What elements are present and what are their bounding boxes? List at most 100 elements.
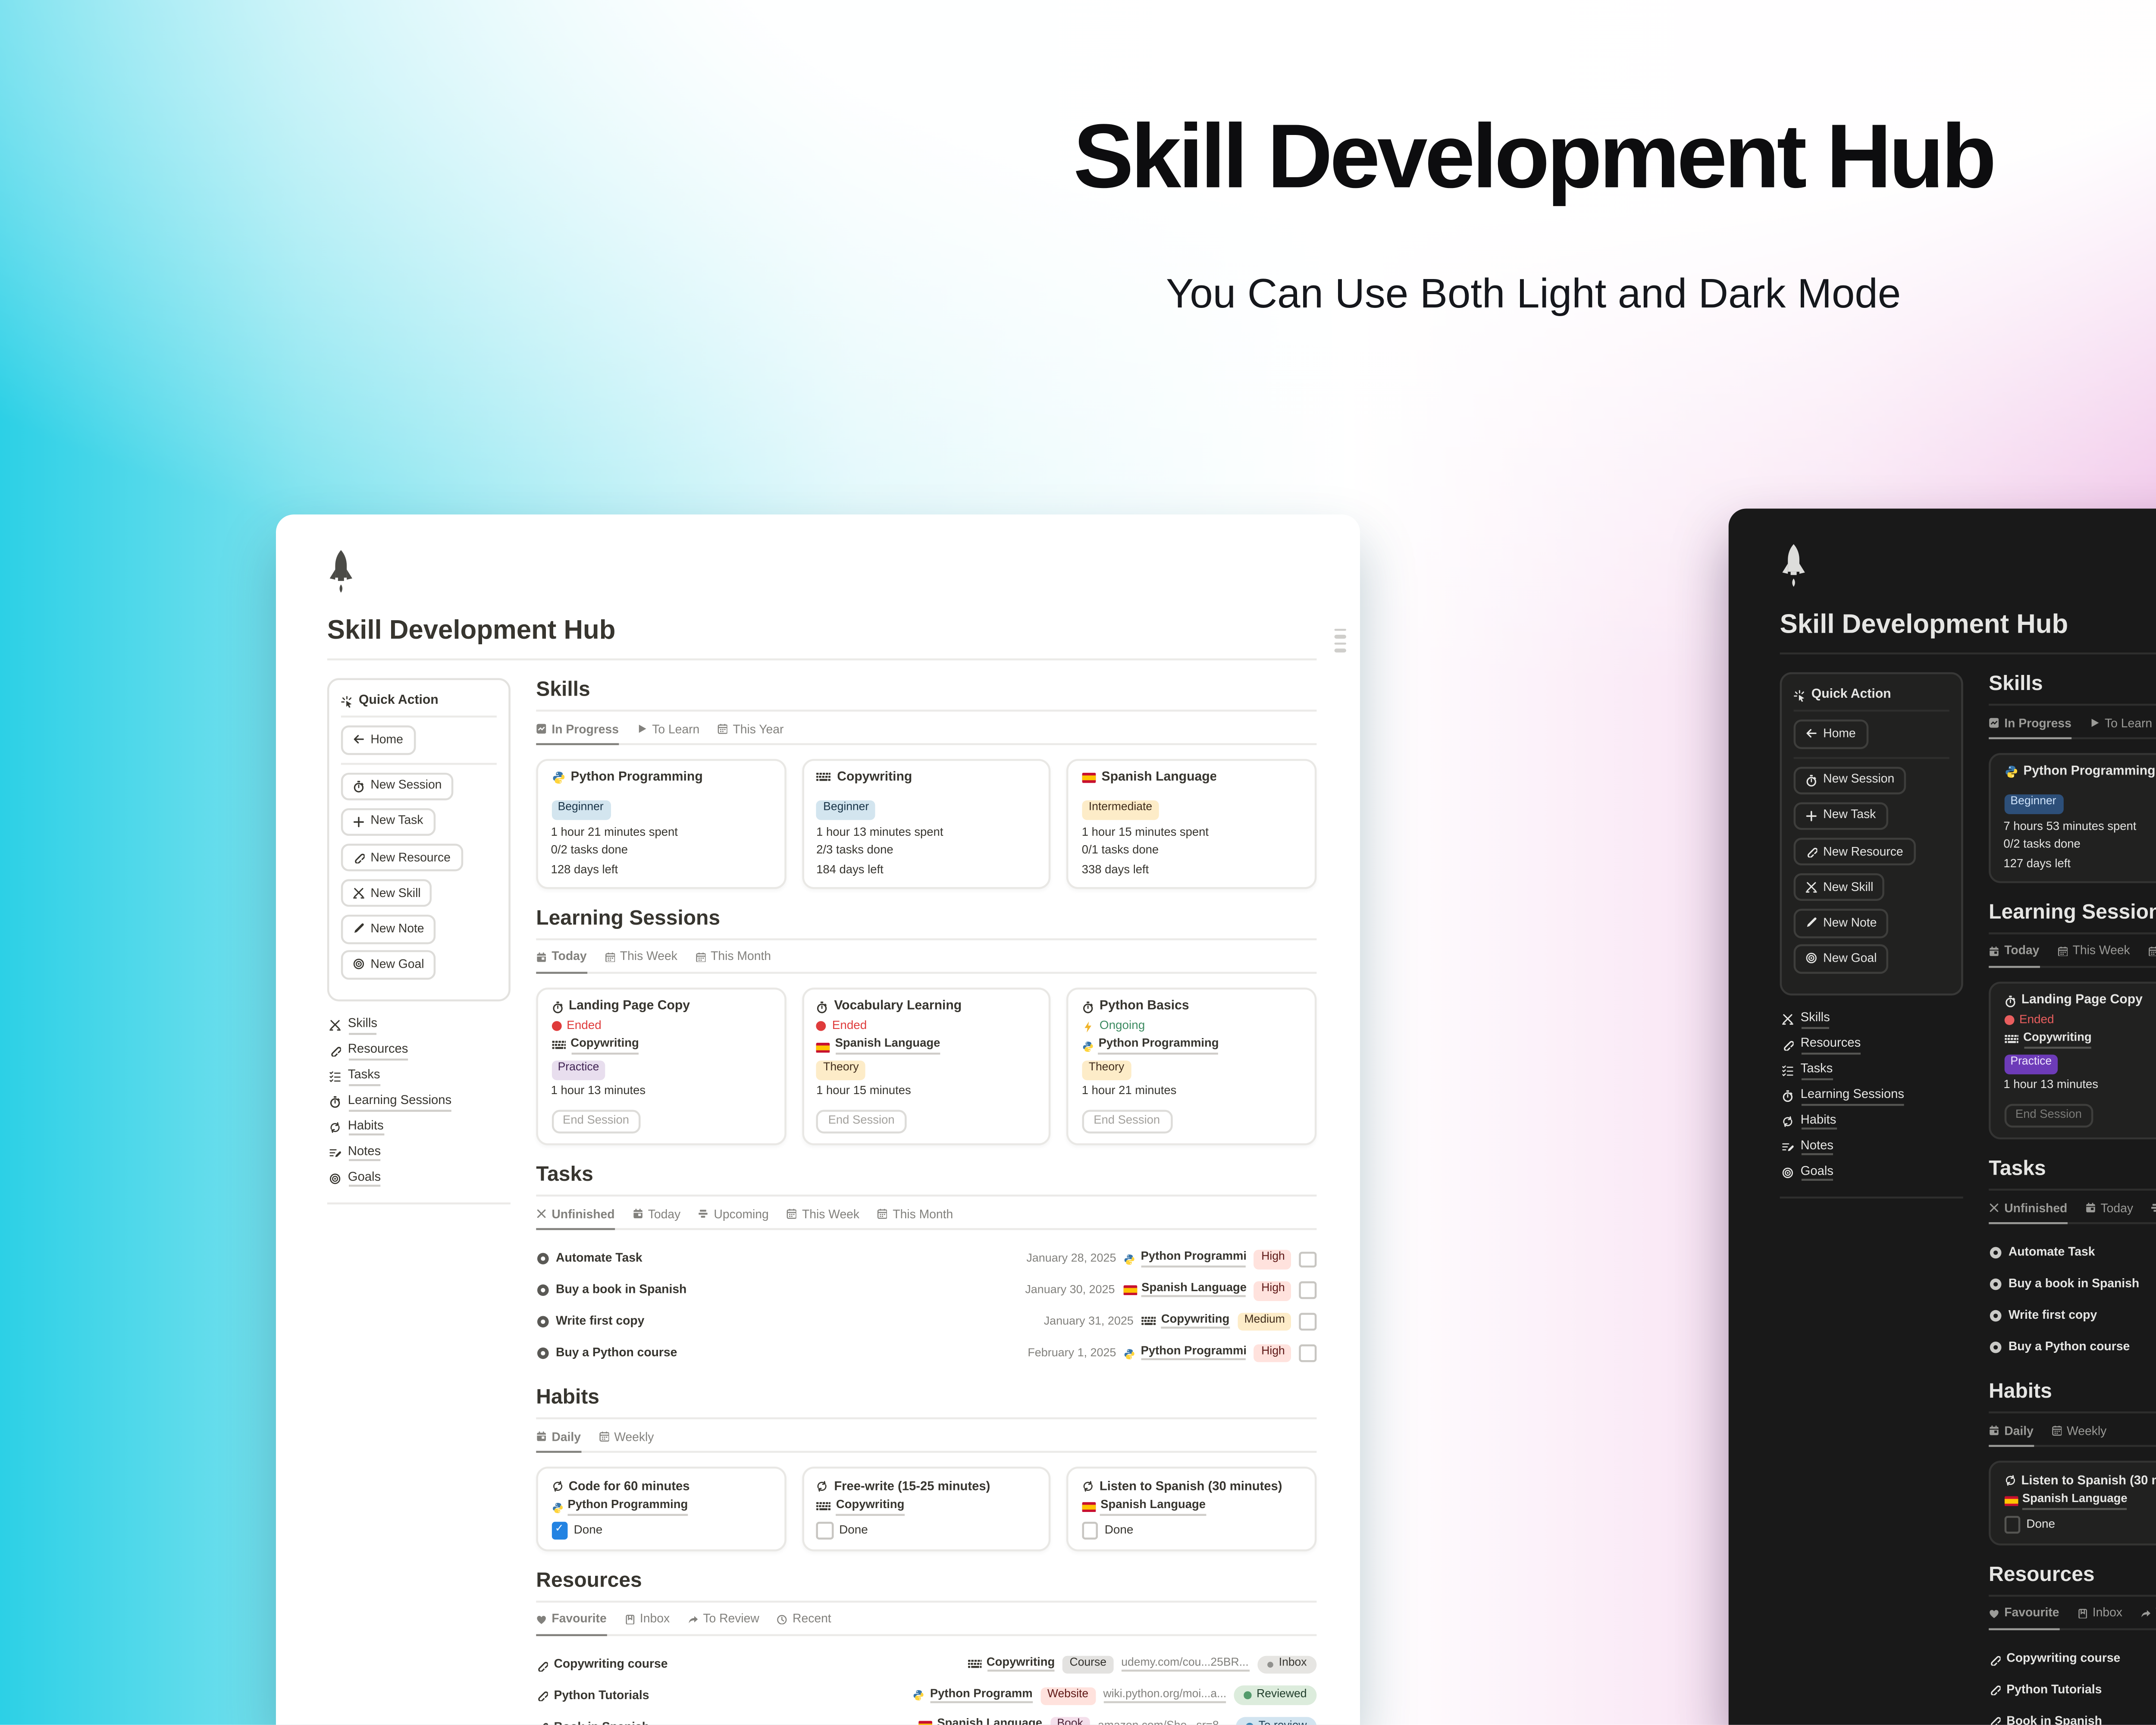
sidebar-item-resources[interactable]: Resources — [329, 1043, 511, 1060]
sidebar-item-notes[interactable]: Notes — [1782, 1139, 1963, 1156]
home-button[interactable]: Home — [1794, 719, 1868, 748]
new-resource-button[interactable]: New Resource — [341, 843, 463, 872]
sidebar-item-tasks[interactable]: Tasks — [1782, 1063, 1963, 1079]
new-goal-button[interactable]: New Goal — [341, 950, 436, 979]
sidebar-item-skills[interactable]: Skills — [1782, 1012, 1963, 1028]
sidebar-item-habits[interactable]: Habits — [329, 1120, 511, 1136]
skill-link[interactable]: Spanish Language — [816, 1040, 940, 1054]
tab-today[interactable]: Today — [536, 945, 586, 973]
skill-link[interactable]: Python Programming — [551, 1500, 688, 1515]
skill-link[interactable]: Copywriting — [551, 1040, 639, 1054]
resource-name[interactable]: Book in Spanish — [536, 1720, 649, 1725]
tab-recent[interactable]: Recent — [777, 1608, 831, 1634]
tab-weekly[interactable]: Weekly — [2051, 1419, 2106, 1445]
task-checkbox[interactable] — [1300, 1251, 1316, 1268]
tab-this-month[interactable]: This Month — [695, 945, 771, 971]
chart-icon — [1989, 718, 1999, 729]
tab-inbox[interactable]: Inbox — [624, 1608, 670, 1634]
sidebar-item-learning-sessions[interactable]: Learning Sessions — [1782, 1088, 1963, 1105]
habit-checkbox[interactable] — [816, 1522, 833, 1539]
sidebar-item-habits[interactable]: Habits — [1782, 1114, 1963, 1130]
habit-checkbox[interactable] — [2003, 1516, 2020, 1533]
tab-upcoming[interactable]: Upcoming — [2151, 1196, 2156, 1222]
new-note-button[interactable]: New Note — [1794, 909, 1889, 938]
tab-weekly[interactable]: Weekly — [599, 1425, 654, 1451]
skill-level-badge: Beginner — [816, 801, 876, 820]
tab-today[interactable]: Today — [1989, 939, 2039, 967]
task-checkbox[interactable] — [1300, 1282, 1316, 1299]
resource-url[interactable]: udemy.com/cou...25BR... — [1121, 1658, 1249, 1672]
habit-name: Code for 60 minutes — [569, 1480, 690, 1493]
skill-link[interactable]: Copywriting — [2003, 1034, 2091, 1048]
resource-name[interactable]: Python Tutorials — [1989, 1683, 2102, 1697]
new-task-button[interactable]: New Task — [341, 808, 435, 837]
tab-daily[interactable]: Daily — [536, 1425, 581, 1453]
end-session-button[interactable]: End Session — [816, 1109, 906, 1133]
new-session-button[interactable]: New Session — [341, 772, 454, 801]
skill-link[interactable]: Python Programm — [913, 1688, 1033, 1703]
resource-name[interactable]: Copywriting course — [536, 1658, 667, 1672]
tab-to-learn[interactable]: To Learn — [2089, 712, 2152, 737]
new-goal-button[interactable]: New Goal — [1794, 944, 1889, 973]
tab-this-week[interactable]: This Week — [2057, 939, 2130, 965]
resource-url[interactable]: wiki.python.org/moi...a... — [1103, 1689, 1226, 1703]
resources-heading: Resources — [536, 1568, 1316, 1592]
tab-this-year[interactable]: This Year — [717, 718, 783, 743]
skill-link[interactable]: Copywriting — [967, 1657, 1055, 1672]
resource-name[interactable]: Python Tutorials — [536, 1689, 649, 1703]
skill-link[interactable]: Python Programmi — [1124, 1346, 1247, 1361]
tab-unfinished[interactable]: Unfinished — [536, 1202, 614, 1230]
new-task-button[interactable]: New Task — [1794, 802, 1888, 831]
end-session-button[interactable]: End Session — [1082, 1109, 1172, 1133]
new-session-button[interactable]: New Session — [1794, 766, 1906, 795]
skill-link[interactable]: Copywriting — [816, 1500, 904, 1515]
tab-unfinished[interactable]: Unfinished — [1989, 1196, 2067, 1224]
new-skill-button[interactable]: New Skill — [341, 879, 432, 908]
habit-checkbox[interactable] — [1082, 1522, 1099, 1539]
tab-inbox[interactable]: Inbox — [2077, 1602, 2122, 1628]
resource-url[interactable]: amazon.com/Sho...sr=8... — [1098, 1720, 1228, 1725]
skill-link[interactable]: Spanish Language — [918, 1719, 1042, 1725]
home-button[interactable]: Home — [341, 725, 415, 754]
tab-today[interactable]: Today — [633, 1202, 681, 1228]
tab-to-review[interactable]: To Review — [2140, 1602, 2156, 1628]
resource-name[interactable]: Copywriting course — [1989, 1652, 2120, 1666]
new-skill-button[interactable]: New Skill — [1794, 873, 1885, 902]
sidebar-item-tasks[interactable]: Tasks — [329, 1069, 511, 1085]
skill-link[interactable]: Spanish Language — [1123, 1283, 1247, 1298]
tab-daily[interactable]: Daily — [1989, 1419, 2034, 1447]
sidebar-item-learning-sessions[interactable]: Learning Sessions — [329, 1094, 511, 1110]
tab-in-progress[interactable]: In Progress — [536, 718, 619, 745]
resource-name[interactable]: Book in Spanish — [1989, 1714, 2102, 1725]
tab-this-month[interactable]: This Month — [877, 1202, 953, 1228]
task-checkbox[interactable] — [1300, 1314, 1316, 1330]
tab-favourite[interactable]: Favourite — [536, 1608, 606, 1636]
skill-link[interactable]: Python Programmi — [1124, 1252, 1247, 1267]
skill-level-badge: Beginner — [2003, 795, 2063, 814]
tab-this-week[interactable]: This Week — [787, 1202, 859, 1228]
sidebar-item-notes[interactable]: Notes — [329, 1145, 511, 1162]
end-session-button[interactable]: End Session — [551, 1109, 641, 1133]
task-checkbox[interactable] — [1300, 1345, 1316, 1362]
skill-link[interactable]: Spanish Language — [2003, 1494, 2127, 1509]
tab-upcoming[interactable]: Upcoming — [698, 1202, 768, 1228]
tab-this-month[interactable]: This Month — [2148, 939, 2156, 965]
tab-to-learn[interactable]: To Learn — [636, 718, 699, 743]
sidebar-item-resources[interactable]: Resources — [1782, 1037, 1963, 1054]
sidebar-item-goals[interactable]: Goals — [1782, 1165, 1963, 1182]
end-session-button[interactable]: End Session — [2003, 1103, 2093, 1128]
new-note-button[interactable]: New Note — [341, 915, 436, 944]
tab-to-review[interactable]: To Review — [687, 1608, 759, 1634]
sidebar-item-skills[interactable]: Skills — [329, 1017, 511, 1034]
tab-today[interactable]: Today — [2085, 1196, 2133, 1222]
skill-link[interactable]: Copywriting — [1141, 1315, 1229, 1330]
sidebar-item-goals[interactable]: Goals — [329, 1171, 511, 1187]
resources-section: Resources Favourite Inbox To Review Recent Co… — [536, 1568, 1316, 1725]
skill-link[interactable]: Spanish Language — [1082, 1500, 1206, 1515]
skill-link[interactable]: Python Programming — [1082, 1040, 1219, 1054]
new-resource-button[interactable]: New Resource — [1794, 837, 1915, 866]
tab-favourite[interactable]: Favourite — [1989, 1602, 2059, 1630]
tab-this-week[interactable]: This Week — [605, 945, 677, 971]
tab-in-progress[interactable]: In Progress — [1989, 712, 2071, 739]
habit-checkbox[interactable] — [551, 1522, 568, 1539]
